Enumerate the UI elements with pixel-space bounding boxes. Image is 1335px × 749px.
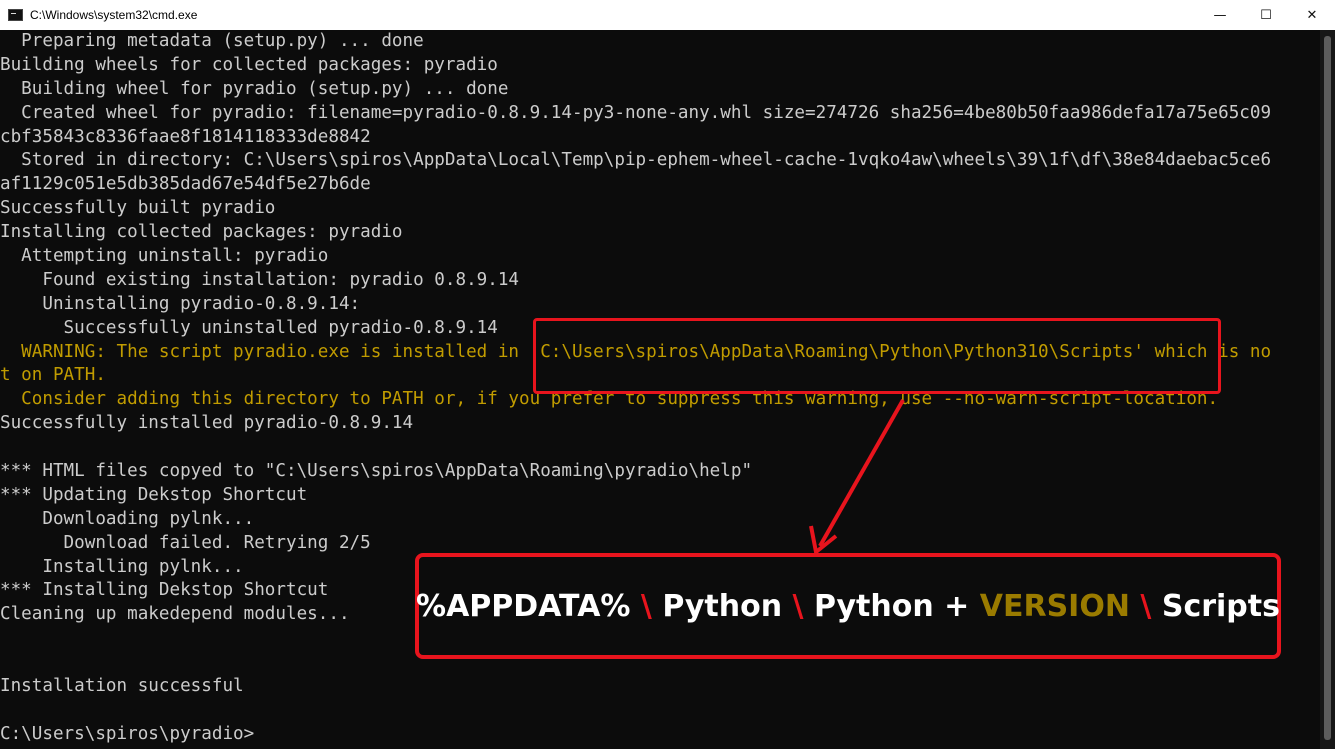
callout-python: Python xyxy=(651,588,793,624)
terminal-line: Building wheel for pyradio (setup.py) ..… xyxy=(0,78,509,99)
cmd-app-icon xyxy=(8,9,23,21)
cmd-window: C:\Windows\system32\cmd.exe — ☐ ✕ Prepar… xyxy=(0,0,1335,749)
terminal-line: cbf35843c8336faae8f1814118333de8842 xyxy=(0,126,371,147)
terminal-line: Installation successful xyxy=(0,676,244,697)
callout-appdata: %APPDATA% xyxy=(416,588,641,624)
terminal-line: *** HTML files copyed to "C:\Users\spiro… xyxy=(0,461,753,482)
terminal-line: Uninstalling pyradio-0.8.9.14: xyxy=(0,293,361,314)
callout-python-plus: Python + xyxy=(803,588,980,624)
terminal-line: Installing collected packages: pyradio xyxy=(0,222,403,243)
callout-separator: \ xyxy=(792,588,804,624)
callout-separator: \ xyxy=(640,588,652,624)
vertical-scrollbar[interactable] xyxy=(1320,30,1335,749)
terminal-line: Successfully installed pyradio-0.8.9.14 xyxy=(0,413,414,434)
callout-space xyxy=(1130,589,1140,624)
terminal-line: Created wheel for pyradio: filename=pyra… xyxy=(0,102,1272,123)
callout-separator: \ xyxy=(1140,588,1152,624)
terminal-line: Download failed. Retrying 2/5 xyxy=(0,532,371,553)
title-bar[interactable]: C:\Windows\system32\cmd.exe — ☐ ✕ xyxy=(0,0,1335,30)
minimize-button[interactable]: — xyxy=(1197,0,1243,30)
terminal-line: Attempting uninstall: pyradio xyxy=(0,246,329,267)
window-controls: — ☐ ✕ xyxy=(1197,0,1335,30)
scrollbar-thumb[interactable] xyxy=(1324,36,1331,740)
terminal-line: Stored in directory: C:\Users\spiros\App… xyxy=(0,150,1272,171)
terminal-line: *** Updating Dekstop Shortcut xyxy=(0,484,308,505)
window-title: C:\Windows\system32\cmd.exe xyxy=(30,8,198,22)
maximize-button[interactable]: ☐ xyxy=(1243,0,1289,30)
close-button[interactable]: ✕ xyxy=(1289,0,1335,30)
path-highlight-box xyxy=(533,318,1221,394)
terminal-line: Successfully built pyradio xyxy=(0,198,276,219)
terminal-line: Preparing metadata (setup.py) ... done xyxy=(0,31,424,51)
callout-version: VERSION xyxy=(979,588,1130,624)
terminal-line: C:\Users\spiros\pyradio> xyxy=(0,723,255,744)
path-pattern-callout: %APPDATA% \ Python \ Python + VERSION \ … xyxy=(415,553,1281,659)
terminal-line: Found existing installation: pyradio 0.8… xyxy=(0,269,520,290)
terminal-line: Downloading pylnk... xyxy=(0,508,255,529)
terminal-line: Building wheels for collected packages: … xyxy=(0,54,498,75)
callout-scripts: Scripts xyxy=(1151,588,1280,624)
terminal-line: af1129c051e5db385dad67e54df5e27b6de xyxy=(0,174,371,195)
